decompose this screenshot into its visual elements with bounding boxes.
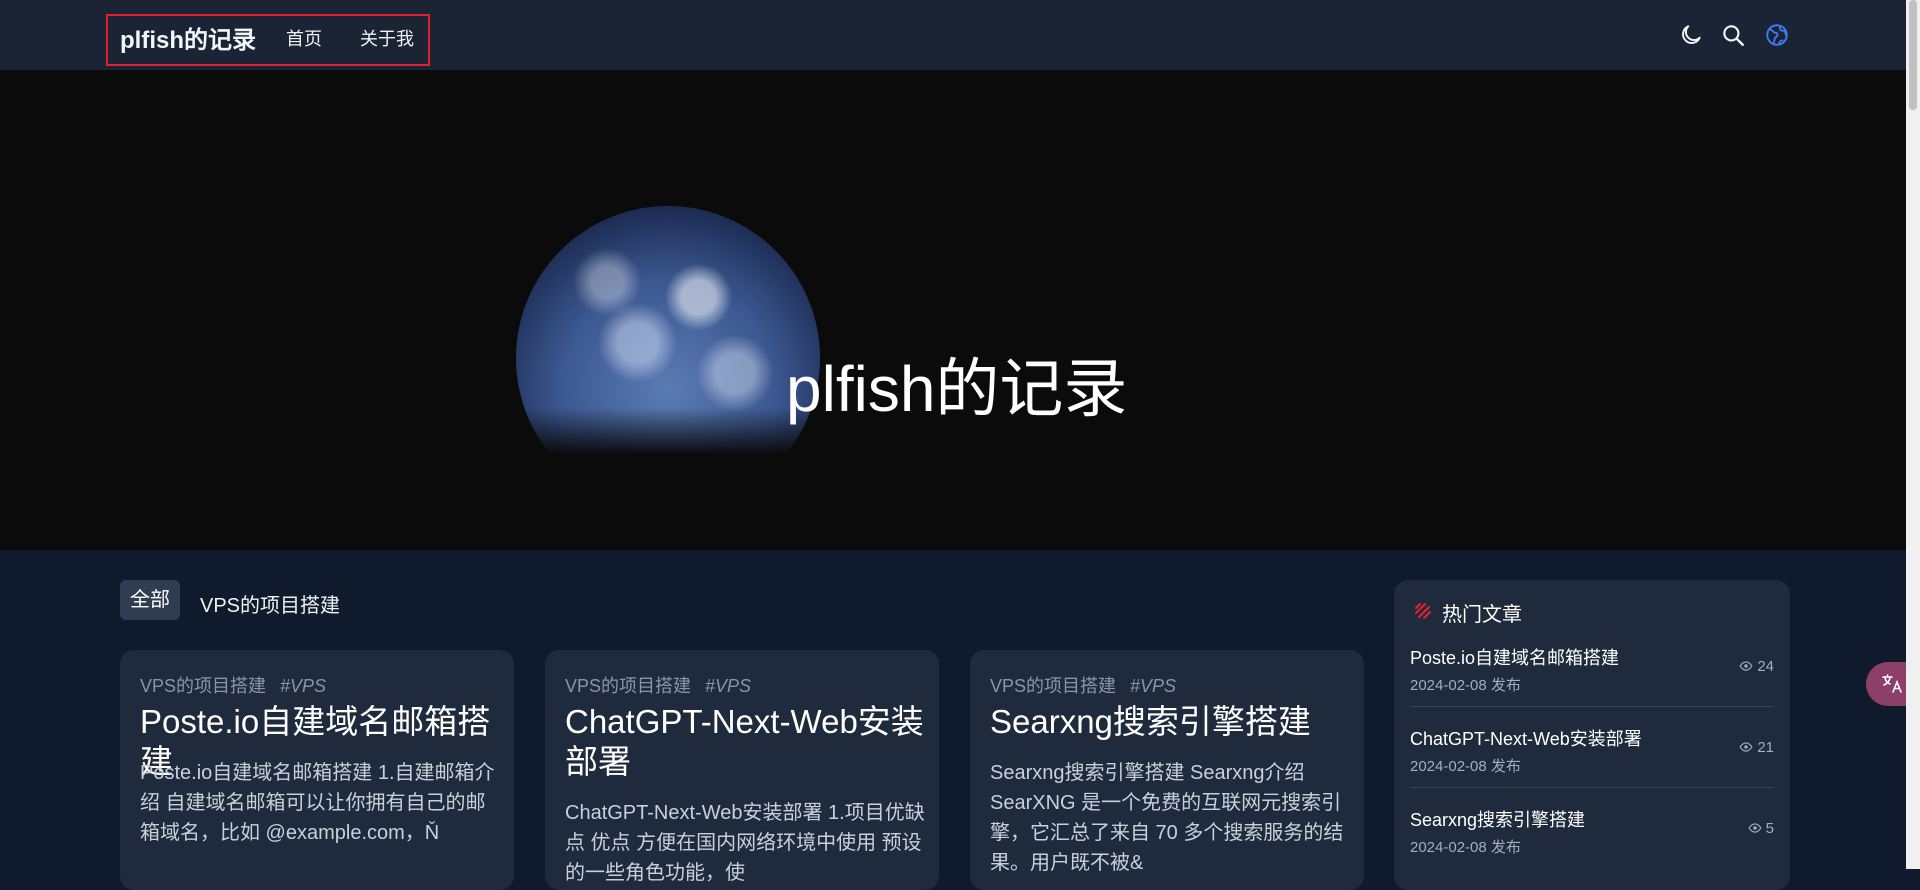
hot-post-date: 2024-02-08 发布 [1410, 839, 1521, 856]
hot-post-views: 24 [1739, 658, 1774, 675]
category-tab-all[interactable]: 全部 [120, 580, 180, 620]
eye-icon [1748, 823, 1762, 833]
search-icon[interactable] [1720, 22, 1746, 48]
hot-post-item[interactable]: Searxng搜索引擎搭建 2024-02-08 发布 5 [1410, 806, 1774, 886]
divider [1410, 706, 1774, 707]
post-tag[interactable]: #VPS [280, 676, 326, 696]
hot-post-item[interactable]: ChatGPT-Next-Web安装部署 2024-02-08 发布 21 [1410, 725, 1774, 805]
hero-banner: plfish的记录 [0, 70, 1920, 550]
hot-post-views: 21 [1739, 739, 1774, 756]
hot-post-views: 5 [1748, 820, 1774, 837]
eye-icon [1739, 742, 1753, 752]
site-brand[interactable]: plfish的记录 [120, 20, 256, 55]
hot-post-view-count: 21 [1757, 739, 1774, 756]
hot-post-date: 2024-02-08 发布 [1410, 758, 1521, 775]
post-meta: VPS的项目搭建 #VPS [990, 672, 1176, 698]
post-card[interactable]: VPS的项目搭建 #VPS Poste.io自建域名邮箱搭建 Poste.io自建… [120, 650, 514, 890]
post-meta: VPS的项目搭建 #VPS [565, 672, 751, 698]
globe-icon[interactable] [1764, 22, 1790, 48]
hot-post-date: 2024-02-08 发布 [1410, 677, 1521, 694]
scrollbar-thumb[interactable] [1909, 0, 1917, 110]
hot-post-view-count: 5 [1765, 820, 1774, 837]
eye-icon [1739, 661, 1753, 671]
post-title[interactable]: Searxng搜索引擎搭建 [990, 702, 1350, 742]
post-excerpt: Searxng搜索引擎搭建 Searxng介绍 SearXNG 是一个免费的互联… [990, 762, 1344, 874]
hot-posts-heading: 热门文章 [1442, 604, 1522, 626]
divider [1410, 787, 1774, 788]
post-excerpt: ChatGPT-Next-Web安装部署 1.项目优缺点 优点 方便在国内网络环… [565, 802, 925, 884]
hot-post-view-count: 24 [1757, 658, 1774, 675]
category-tab-vps[interactable]: VPS的项目搭建 [200, 589, 340, 618]
post-category[interactable]: VPS的项目搭建 [140, 676, 266, 696]
hot-post-title[interactable]: Searxng搜索引擎搭建 [1410, 806, 1585, 832]
hot-posts-panel: 热门文章 Poste.io自建域名邮箱搭建 2024-02-08 发布 24 C… [1394, 580, 1790, 890]
page-scrollbar[interactable] [1906, 0, 1920, 869]
nav-about[interactable]: 关于我 [360, 25, 414, 51]
top-navbar: plfish的记录 首页 关于我 [0, 0, 1920, 70]
hot-post-title[interactable]: ChatGPT-Next-Web安装部署 [1410, 725, 1642, 751]
post-excerpt: Poste.io自建域名邮箱搭建 1.自建邮箱介绍 自建域名邮箱可以让你拥有自己… [140, 762, 495, 844]
post-category[interactable]: VPS的项目搭建 [990, 676, 1116, 696]
post-card[interactable]: VPS的项目搭建 #VPS Searxng搜索引擎搭建 Searxng搜索引擎搭建… [970, 650, 1364, 890]
post-meta: VPS的项目搭建 #VPS [140, 672, 326, 698]
translate-icon [1882, 674, 1902, 693]
fire-icon [1412, 600, 1436, 624]
moon-icon[interactable] [1678, 22, 1704, 48]
hot-post-title[interactable]: Poste.io自建域名邮箱搭建 [1410, 644, 1619, 670]
hero-title: plfish的记录 [786, 353, 1128, 425]
post-title[interactable]: ChatGPT-Next-Web安装部署 [565, 702, 925, 782]
nav-home[interactable]: 首页 [286, 25, 322, 51]
post-card[interactable]: VPS的项目搭建 #VPS ChatGPT-Next-Web安装部署 ChatGP… [545, 650, 939, 890]
post-tag[interactable]: #VPS [705, 676, 751, 696]
hot-post-item[interactable]: Poste.io自建域名邮箱搭建 2024-02-08 发布 24 [1410, 644, 1774, 724]
post-category[interactable]: VPS的项目搭建 [565, 676, 691, 696]
post-tag[interactable]: #VPS [1130, 676, 1176, 696]
